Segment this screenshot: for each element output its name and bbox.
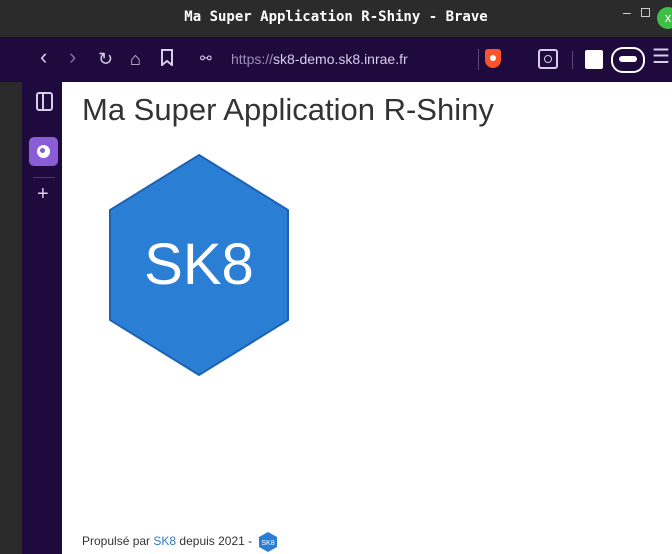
maximize-icon[interactable] — [641, 8, 650, 17]
close-button[interactable]: x — [657, 7, 672, 29]
reload-icon[interactable]: ↻ — [98, 49, 113, 69]
window-titlebar: Ma Super Application R-Shiny - Brave – x — [0, 0, 672, 37]
bookmark-icon[interactable] — [160, 49, 174, 70]
toolbar-divider — [572, 51, 573, 69]
footer-logo-text: SK8 — [261, 540, 274, 547]
forward-icon[interactable]: › — [69, 46, 76, 68]
browser-sidebar: + — [0, 82, 62, 554]
back-icon[interactable]: ‹ — [40, 46, 47, 68]
footer-sk8-link[interactable]: SK8 — [153, 534, 176, 548]
minimize-icon[interactable]: – — [623, 4, 631, 20]
logo-text: SK8 — [144, 232, 254, 297]
url-divider — [478, 49, 479, 70]
menu-icon[interactable]: ☰ — [652, 47, 670, 67]
footer-suffix: depuis 2021 - — [179, 534, 253, 549]
sk8-logo: SK8 — [109, 153, 289, 377]
home-icon[interactable]: ⌂ — [130, 49, 141, 69]
add-icon[interactable]: + — [37, 183, 49, 206]
page-content: Ma Super Application R-Shiny SK8 Propuls… — [62, 82, 672, 554]
url-bar[interactable]: ⚯ https://sk8-demo.sk8.inrae.fr — [190, 44, 515, 75]
sidebar-panel-icon[interactable] — [36, 92, 53, 111]
brave-shields-icon[interactable] — [485, 49, 501, 68]
sidebar-item-website[interactable] — [29, 137, 58, 166]
footer-prefix: Propulsé par — [82, 534, 151, 549]
page-footer: Propulsé par SK8 depuis 2021 - SK8 — [82, 531, 278, 553]
site-settings-icon[interactable]: ⚯ — [200, 50, 212, 67]
sidebar-edge — [0, 82, 22, 554]
sidebar-toggle-icon[interactable] — [585, 50, 603, 69]
vpn-icon[interactable] — [611, 47, 645, 73]
url-scheme: https:// — [231, 51, 274, 67]
sidebar-divider — [33, 177, 55, 178]
page-title: Ma Super Application R-Shiny — [82, 92, 494, 127]
globe-icon — [37, 145, 50, 158]
browser-toolbar: ‹ › ↻ ⌂ ⚯ https://sk8-demo.sk8.inrae.fr … — [0, 37, 672, 82]
url-text[interactable]: https://sk8-demo.sk8.inrae.fr — [231, 51, 408, 67]
footer-sk8-logo: SK8 — [258, 532, 277, 552]
window-title: Ma Super Application R-Shiny - Brave — [184, 9, 488, 25]
leo-ai-icon[interactable] — [538, 49, 558, 69]
url-host: sk8-demo.sk8.inrae.fr — [273, 51, 408, 67]
